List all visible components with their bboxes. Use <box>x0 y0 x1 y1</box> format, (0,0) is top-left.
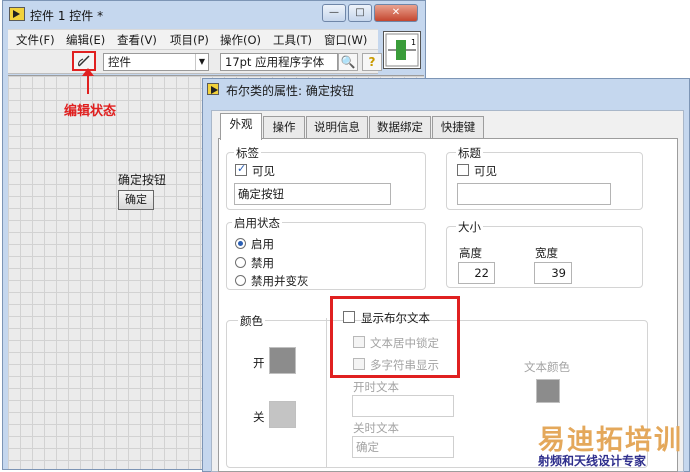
enable-radio-enabled[interactable] <box>235 238 246 249</box>
search-icon[interactable]: 🔍 <box>338 53 358 71</box>
colors-group-title: 颜色 <box>238 313 265 329</box>
enable-option-disabled: 禁用 <box>251 256 274 270</box>
tab-data-binding[interactable]: 数据绑定 <box>369 116 431 138</box>
off-color-label: 关 <box>253 410 265 424</box>
menu-file[interactable]: 文件(F) <box>16 32 55 48</box>
pencil-icon <box>78 55 90 67</box>
dialog-title: 布尔类的属性: 确定按钮 <box>226 84 354 98</box>
size-group-title: 大小 <box>456 219 483 235</box>
off-text-label: 关时文本 <box>353 421 399 435</box>
height-label: 高度 <box>459 246 482 260</box>
enable-radio-grayed[interactable] <box>235 275 246 286</box>
label-visible-checkbox[interactable] <box>235 162 247 176</box>
height-input[interactable]: 22 <box>458 262 495 284</box>
minimize-button[interactable]: — <box>322 4 346 22</box>
font-select[interactable]: 17pt 应用程序字体 <box>220 53 338 71</box>
text-color-label: 文本颜色 <box>524 360 570 374</box>
menu-window[interactable]: 窗口(W) <box>324 32 367 48</box>
label-visible-text: 可见 <box>252 164 275 178</box>
labview-app-icon <box>9 7 25 21</box>
tab-appearance[interactable]: 外观 <box>220 113 262 140</box>
width-input[interactable]: 39 <box>534 262 572 284</box>
ok-button-control[interactable]: 确定 <box>118 190 154 210</box>
connector-pane-icon[interactable]: 1 <box>383 31 421 69</box>
menu-edit[interactable]: 编辑(E) <box>66 32 105 48</box>
control-type-select[interactable]: 控件 ▼ <box>103 53 209 71</box>
menu-tools[interactable]: 工具(T) <box>273 32 312 48</box>
dialog-icon <box>207 83 219 95</box>
on-color-swatch[interactable] <box>269 347 296 374</box>
window-title: 控件 1 控件 * <box>30 9 104 23</box>
maximize-button[interactable]: □ <box>348 4 372 22</box>
caption-visible-checkbox[interactable] <box>457 164 469 176</box>
colors-divider <box>326 318 327 468</box>
off-text-input[interactable]: 确定 <box>352 436 454 458</box>
tab-documentation[interactable]: 说明信息 <box>306 116 368 138</box>
on-text-input[interactable] <box>352 395 454 417</box>
caption-group-title: 标题 <box>456 145 483 161</box>
svg-text:1: 1 <box>411 38 416 47</box>
callout-arrow-head-icon <box>82 68 94 76</box>
enable-option-enabled: 启用 <box>251 237 274 251</box>
control-type-value: 控件 <box>108 55 131 69</box>
menu-operate[interactable]: 操作(O) <box>220 32 261 48</box>
on-text-label: 开时文本 <box>353 380 399 394</box>
font-value: 17pt 应用程序字体 <box>225 55 325 69</box>
close-button[interactable]: ✕ <box>374 4 418 22</box>
tab-operation[interactable]: 操作 <box>263 116 305 138</box>
width-label: 宽度 <box>535 246 558 260</box>
caption-visible-text: 可见 <box>474 164 497 178</box>
enable-option-grayed: 禁用并变灰 <box>251 274 309 288</box>
highlight-box <box>330 296 460 378</box>
chevron-down-icon: ▼ <box>195 54 208 70</box>
menu-project[interactable]: 项目(P) <box>170 32 209 48</box>
label-group-title: 标签 <box>234 145 261 161</box>
on-color-label: 开 <box>253 356 265 370</box>
off-color-swatch[interactable] <box>269 401 296 428</box>
text-color-swatch[interactable] <box>536 379 560 403</box>
edit-state-callout: 编辑状态 <box>64 104 117 119</box>
enable-state-title: 启用状态 <box>232 215 282 231</box>
ok-button-label: 确定按钮 <box>118 173 167 187</box>
caption-input[interactable] <box>457 183 611 205</box>
help-icon[interactable]: ? <box>362 53 382 71</box>
enable-radio-disabled[interactable] <box>235 257 246 268</box>
menu-view[interactable]: 查看(V) <box>117 32 157 48</box>
watermark-subtitle: 射频和天线设计专家 <box>538 454 647 468</box>
tab-shortcut[interactable]: 快捷键 <box>432 116 484 138</box>
label-input[interactable]: 确定按钮 <box>234 183 391 205</box>
